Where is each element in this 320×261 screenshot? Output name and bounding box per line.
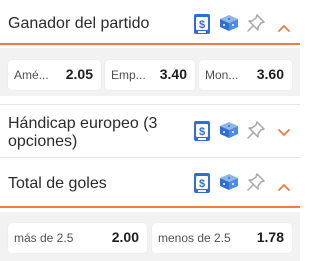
market-title[interactable]: Ganador del partido (8, 14, 149, 34)
expanded-accent-line (0, 43, 300, 45)
market-match-winner: Ganador del partido $ Amé... 2.05 Emp...… (0, 0, 300, 96)
odds-value: 2.05 (65, 66, 93, 82)
odds-cell-draw[interactable]: Emp... 3.40 (105, 60, 195, 90)
bet-builder-cubes-icon[interactable] (219, 121, 239, 139)
market-total-goals: Total de goles $ más de 2.5 2.00 menos d… (0, 158, 300, 261)
cashout-icon[interactable]: $ (193, 120, 211, 142)
expanded-accent-line (0, 206, 300, 208)
bet-builder-cubes-icon[interactable] (219, 173, 239, 191)
svg-text:$: $ (199, 126, 205, 138)
odds-cell-over[interactable]: más de 2.5 2.00 (8, 223, 147, 253)
market-european-handicap[interactable]: Hándicap europeo (3 opciones) $ (0, 105, 300, 157)
cashout-icon[interactable]: $ (193, 13, 211, 35)
pin-icon[interactable] (246, 13, 266, 33)
svg-text:$: $ (199, 19, 205, 31)
pin-icon[interactable] (246, 172, 266, 192)
odds-value: 1.78 (256, 229, 284, 245)
outcome-label: más de 2.5 (14, 231, 74, 245)
chevron-down-icon[interactable] (278, 125, 290, 136)
cashout-icon[interactable]: $ (193, 172, 211, 194)
outcome-label: Emp... (111, 68, 146, 82)
chevron-up-icon[interactable] (278, 179, 290, 191)
svg-text:$: $ (199, 178, 205, 190)
odds-cell-away[interactable]: Mon... 3.60 (199, 60, 292, 90)
market-title-line-2: opciones) (8, 133, 78, 150)
market-title[interactable]: Total de goles (8, 174, 107, 194)
odds-value: 3.40 (159, 66, 187, 82)
bet-builder-cubes-icon[interactable] (219, 14, 239, 32)
odds-cell-home[interactable]: Amé... 2.05 (8, 60, 101, 90)
odds-value: 2.00 (111, 229, 139, 245)
outcome-label: Mon... (205, 68, 239, 82)
odds-value: 3.60 (256, 66, 284, 82)
chevron-up-icon[interactable] (278, 20, 290, 32)
odds-cell-under[interactable]: menos de 2.5 1.78 (152, 223, 292, 253)
outcome-label: Amé... (14, 68, 49, 82)
outcome-label: menos de 2.5 (158, 231, 231, 245)
market-title-line-1: Hándicap europeo (3 (8, 115, 158, 132)
pin-icon[interactable] (246, 120, 266, 140)
